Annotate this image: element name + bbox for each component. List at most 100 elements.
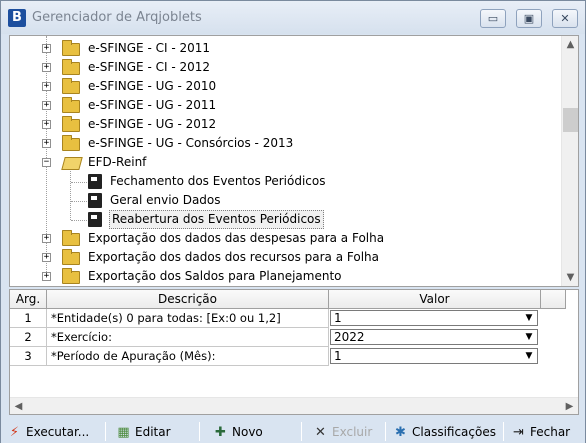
classificacoes-button[interactable]: ✱ Classificações xyxy=(393,421,501,443)
expand-icon[interactable]: + xyxy=(42,120,51,129)
tree-item[interactable]: + e-SFINGE - CI - 2012 xyxy=(10,58,560,77)
window-title: Gerenciador de Arqjoblets xyxy=(32,10,202,25)
expand-icon[interactable]: + xyxy=(42,82,51,91)
valor-select-entidade[interactable]: 1 ▼ xyxy=(330,310,538,326)
tree-item[interactable]: + Exportação dos Saldos para Planejament… xyxy=(10,267,560,286)
folder-icon xyxy=(62,268,80,284)
joblet-document-icon xyxy=(88,174,102,189)
scroll-down-icon[interactable]: ▼ xyxy=(562,269,578,286)
toolbar-separator xyxy=(105,422,106,441)
joblet-document-icon xyxy=(88,193,102,208)
tree-item[interactable]: Geral envio Dados xyxy=(10,191,560,210)
tree-item-label: Exportação dos Saldos para Planejamento xyxy=(88,269,342,283)
app-icon: B xyxy=(8,9,26,27)
excluir-button[interactable]: ✕ Excluir xyxy=(313,421,375,443)
folder-icon xyxy=(62,249,80,265)
column-header-valor[interactable]: Valor xyxy=(329,290,541,309)
tree-item[interactable]: Fechamento dos Eventos Periódicos xyxy=(10,172,560,191)
editar-label: Editar xyxy=(135,425,171,439)
minimize-button[interactable]: ▭ xyxy=(480,9,506,28)
new-item-icon: ✚ xyxy=(215,425,226,440)
scroll-right-icon[interactable]: ▶ xyxy=(561,398,578,414)
tree-item[interactable]: + Exportação dos dados dos recursos para… xyxy=(10,248,560,267)
tree-item-label-selected: Reabertura dos Eventos Periódicos xyxy=(109,210,324,229)
valor-select-exercicio[interactable]: 2022 ▼ xyxy=(330,329,538,345)
title-bar[interactable]: B Gerenciador de Arqjoblets ▭ ▣ ✕ xyxy=(1,1,585,34)
tree-vertical-scrollbar[interactable]: ▲ ▼ xyxy=(561,36,578,286)
exit-door-icon: ⇥ xyxy=(513,425,524,440)
dropdown-arrow-icon[interactable]: ▼ xyxy=(521,330,537,344)
collapse-icon[interactable]: − xyxy=(42,158,51,167)
tree-item[interactable]: Reabertura dos Eventos Periódicos xyxy=(10,210,560,229)
arguments-grid: Arg. Descrição Valor 1 *Entidade(s) 0 pa… xyxy=(9,289,579,415)
tree-item[interactable]: − EFD-Reinf xyxy=(10,153,560,172)
folder-icon xyxy=(62,59,80,75)
executar-button[interactable]: ⚡ Executar... xyxy=(7,421,99,443)
column-header-arg[interactable]: Arg. xyxy=(10,290,47,309)
expand-icon[interactable]: + xyxy=(42,101,51,110)
tree-item-label: Geral envio Dados xyxy=(110,193,221,207)
delete-x-icon: ✕ xyxy=(315,425,326,440)
tree-item[interactable]: + e-SFINGE - CI - 2011 xyxy=(10,39,560,58)
toolbar-separator xyxy=(199,422,200,441)
folder-icon xyxy=(62,78,80,94)
toolbar-separator xyxy=(385,422,386,441)
tree-item-label: e-SFINGE - CI - 2011 xyxy=(88,41,211,55)
select-value: 2022 xyxy=(334,330,365,344)
fechar-button[interactable]: ⇥ Fechar xyxy=(511,421,581,443)
tree-item-label: e-SFINGE - CI - 2012 xyxy=(88,60,211,74)
close-button[interactable]: ✕ xyxy=(552,9,578,28)
classifications-icon: ✱ xyxy=(395,425,406,440)
scroll-thumb[interactable] xyxy=(563,108,578,132)
select-value: 1 xyxy=(334,349,342,363)
tree-item[interactable]: + e-SFINGE - UG - 2012 xyxy=(10,115,560,134)
edit-grid-icon: ▦ xyxy=(117,425,130,440)
valor-select-periodo[interactable]: 1 ▼ xyxy=(330,348,538,364)
expand-icon[interactable]: + xyxy=(42,63,51,72)
dropdown-arrow-icon[interactable]: ▼ xyxy=(521,349,537,363)
tree-item[interactable]: + e-SFINGE - UG - Consórcios - 2013 xyxy=(10,134,560,153)
expand-icon[interactable]: + xyxy=(42,139,51,148)
toolbar-separator xyxy=(301,422,302,441)
cell-descricao: *Exercício: xyxy=(47,328,329,347)
tree-item[interactable]: + e-SFINGE - UG - 2010 xyxy=(10,77,560,96)
excluir-label: Excluir xyxy=(332,425,373,439)
folder-icon xyxy=(62,40,80,56)
folder-icon xyxy=(62,135,80,151)
cell-descricao: *Período de Apuração (Mês): xyxy=(47,347,329,366)
arqjoblet-tree[interactable]: + e-SFINGE - CI - 2011 + e-SFINGE - CI -… xyxy=(9,35,579,287)
tree-item-label: e-SFINGE - UG - 2012 xyxy=(88,117,217,131)
folder-icon xyxy=(62,230,80,246)
expand-icon[interactable]: + xyxy=(42,44,51,53)
classificacoes-label: Classificações xyxy=(412,425,496,439)
tree-item-label: e-SFINGE - UG - 2010 xyxy=(88,79,217,93)
dropdown-arrow-icon[interactable]: ▼ xyxy=(521,311,537,325)
tree-item-label: Exportação dos dados das despesas para a… xyxy=(88,231,385,245)
expand-icon[interactable]: + xyxy=(42,253,51,262)
column-header-extra xyxy=(541,290,566,309)
tree-item[interactable]: + Exportação dos dados das despesas para… xyxy=(10,229,560,248)
scroll-up-icon[interactable]: ▲ xyxy=(562,36,578,53)
maximize-button[interactable]: ▣ xyxy=(516,9,542,28)
cell-arg: 3 xyxy=(10,347,47,366)
novo-button[interactable]: ✚ Novo xyxy=(213,421,273,443)
scroll-left-icon[interactable]: ◀ xyxy=(10,398,27,414)
tree-item-label: Fechamento dos Eventos Periódicos xyxy=(110,174,326,188)
expand-icon[interactable]: + xyxy=(42,272,51,281)
folder-icon xyxy=(62,116,80,132)
select-value: 1 xyxy=(334,311,342,325)
tree-item-label: EFD-Reinf xyxy=(88,155,147,169)
tree-item-label: Exportação dos dados dos recursos para a… xyxy=(88,250,379,264)
novo-label: Novo xyxy=(232,425,263,439)
grid-horizontal-scrollbar[interactable]: ◀ ▶ xyxy=(10,397,578,414)
tree-item-label: e-SFINGE - UG - 2011 xyxy=(88,98,217,112)
open-folder-icon xyxy=(61,157,83,170)
tree-item[interactable]: + e-SFINGE - UG - 2011 xyxy=(10,96,560,115)
editar-button[interactable]: ▦ Editar xyxy=(116,421,176,443)
tree-item-label: e-SFINGE - UG - Consórcios - 2013 xyxy=(88,136,294,150)
cell-arg: 1 xyxy=(10,309,47,328)
column-header-descricao[interactable]: Descrição xyxy=(47,290,329,309)
app-window: B Gerenciador de Arqjoblets ▭ ▣ ✕ + e-SF… xyxy=(0,0,586,443)
lightning-icon: ⚡ xyxy=(9,425,20,440)
expand-icon[interactable]: + xyxy=(42,234,51,243)
